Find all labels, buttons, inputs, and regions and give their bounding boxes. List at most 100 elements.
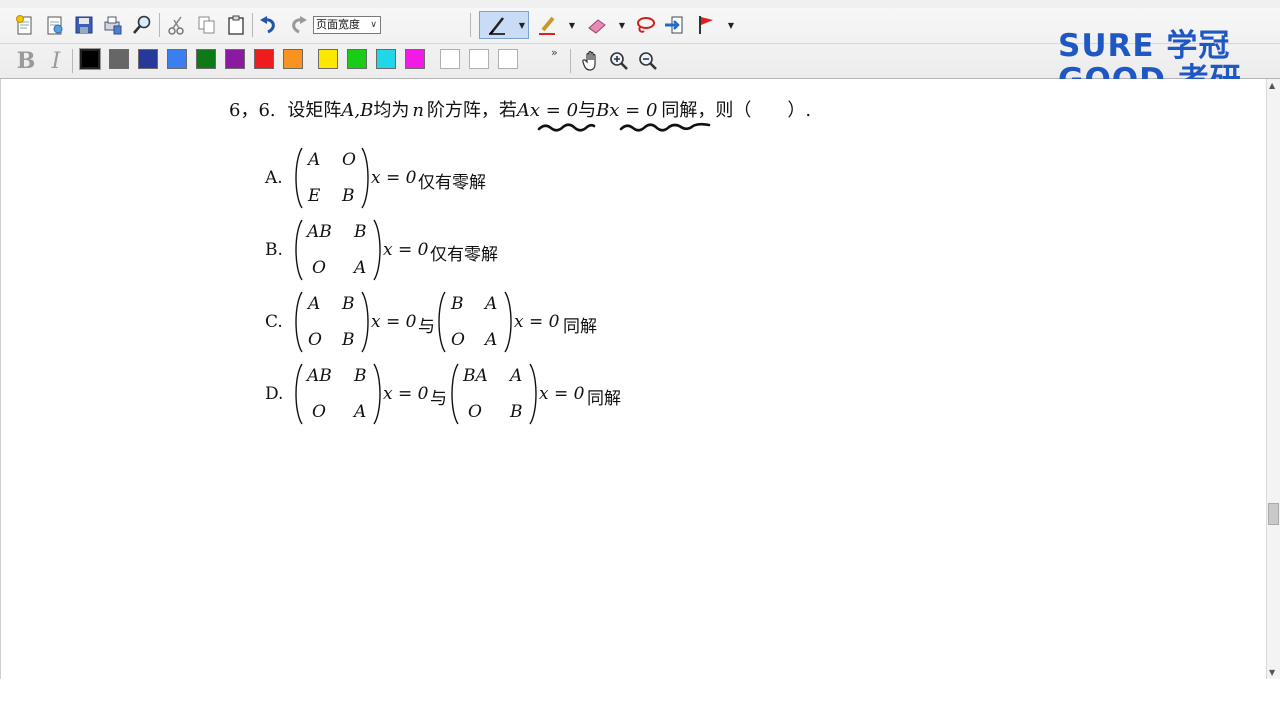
color-swatch[interactable] (196, 49, 216, 69)
custom-color-swatch-3[interactable] (498, 49, 518, 69)
color-swatch[interactable] (347, 49, 367, 69)
option-tail: 仅有零解 (418, 173, 486, 193)
more-toolbar-button[interactable]: » (551, 46, 558, 59)
matrix-cell: B (354, 366, 367, 386)
color-swatch[interactable] (225, 49, 245, 69)
question-text-3: 阶方阵，若 (426, 100, 517, 121)
matrix-cell: A (308, 294, 321, 314)
eraser-dropdown-arrow[interactable]: ▼ (617, 12, 627, 38)
matrix-cell: E (308, 186, 321, 206)
lasso-icon[interactable] (632, 12, 658, 38)
question-text-4: 同解，则（ ）. (661, 100, 812, 121)
option-d-matrix-1: AB B O A (294, 362, 382, 426)
eraser-icon[interactable] (584, 12, 610, 38)
menu-bar[interactable] (0, 0, 1280, 8)
pen-dropdown-arrow[interactable]: ▼ (517, 12, 527, 38)
paste-icon[interactable] (223, 12, 249, 38)
matrix-cell: AB (307, 222, 332, 242)
custom-color-swatch-2[interactable] (469, 49, 489, 69)
question-text-1: 设矩阵 (287, 100, 342, 121)
color-swatch[interactable] (376, 49, 396, 69)
color-swatch[interactable] (254, 49, 274, 69)
matrix-cell: O (468, 402, 482, 422)
question-eq1: Ax = 0 (516, 100, 579, 121)
question-with: 与 (578, 100, 597, 121)
zoom-out-icon[interactable] (635, 48, 661, 74)
color-swatch[interactable] (283, 49, 303, 69)
option-c-matrix-2: B A O A (437, 290, 513, 354)
flag-dropdown-arrow[interactable]: ▼ (726, 12, 736, 38)
option-b-matrix: AB B O A (294, 218, 382, 282)
question-stem: 6，6. 设矩阵A,B均为 n 阶方阵，若Ax = 0与Bx = 0 同解，则（ ）. (229, 96, 811, 122)
color-swatch[interactable] (318, 49, 338, 69)
matrix-cell: A (485, 330, 498, 350)
option-equation: x = 0 (383, 384, 429, 404)
matrix-cell: B (342, 186, 355, 206)
color-swatch[interactable] (405, 49, 425, 69)
copy-icon[interactable] (194, 12, 220, 38)
color-swatch[interactable] (167, 49, 187, 69)
cut-icon[interactable] (164, 12, 190, 38)
undo-icon[interactable] (256, 12, 282, 38)
option-tail: 仅有零解 (430, 245, 498, 265)
option-d-matrix-2: BA A O B (450, 362, 538, 426)
option-c-matrix-1: A B O B (294, 290, 370, 354)
option-label: B. (265, 240, 283, 260)
option-with: 与 (430, 389, 447, 409)
zoom-select[interactable]: 页面宽度 ∨ (313, 16, 381, 34)
italic-button[interactable]: I (44, 48, 68, 74)
option-equation-2: x = 0 (539, 384, 585, 404)
matrix-cell: AB (307, 366, 332, 386)
option-with: 与 (418, 317, 435, 337)
zoom-select-value: 页面宽度 (316, 18, 360, 31)
option-label: D. (265, 384, 284, 404)
matrix-cell: A (354, 402, 367, 422)
option-tail: 同解 (587, 389, 621, 409)
matrix-cell: BA (463, 366, 488, 386)
option-label: C. (265, 312, 283, 332)
matrix-cell: B (354, 222, 367, 242)
question-number: 6，6. (229, 100, 276, 121)
matrix-cell: A (485, 294, 498, 314)
new-document-icon[interactable] (12, 12, 38, 38)
find-icon[interactable] (129, 12, 155, 38)
option-equation-2: x = 0 (514, 312, 560, 332)
matrix-cell: A (308, 150, 321, 170)
zoom-in-icon[interactable] (606, 48, 632, 74)
question-matrices: A,B (341, 100, 374, 121)
open-document-icon[interactable] (42, 12, 68, 38)
color-swatch[interactable] (109, 49, 129, 69)
scroll-down-icon[interactable]: ▼ (1269, 668, 1275, 677)
option-equation: x = 0 (371, 168, 417, 188)
matrix-cell: O (312, 258, 326, 278)
scrollbar-thumb[interactable] (1268, 503, 1279, 525)
color-swatch[interactable] (138, 49, 158, 69)
option-tail: 同解 (563, 317, 597, 337)
print-preview-icon[interactable] (100, 12, 126, 38)
matrix-cell: B (510, 402, 523, 422)
insert-icon[interactable] (661, 12, 687, 38)
matrix-cell: B (342, 294, 355, 314)
question-text-2: 均为 (373, 100, 410, 121)
highlighter-icon[interactable] (534, 12, 560, 38)
document-canvas[interactable] (0, 79, 1267, 679)
pen-icon[interactable] (484, 12, 510, 38)
option-equation: x = 0 (383, 240, 429, 260)
redo-icon[interactable] (285, 12, 311, 38)
flag-icon[interactable] (693, 12, 719, 38)
option-a-matrix: A O E B (294, 146, 370, 210)
save-icon[interactable] (71, 12, 97, 38)
vertical-scrollbar[interactable]: ▲ ▼ (1266, 79, 1280, 679)
matrix-cell: B (451, 294, 464, 314)
color-swatch[interactable] (79, 48, 101, 70)
matrix-cell: O (342, 150, 356, 170)
hand-pan-icon[interactable] (578, 48, 604, 74)
option-equation: x = 0 (371, 312, 417, 332)
custom-color-swatch-1[interactable] (440, 49, 460, 69)
scroll-up-icon[interactable]: ▲ (1269, 81, 1275, 90)
bold-button[interactable]: B (14, 48, 38, 74)
highlighter-dropdown-arrow[interactable]: ▼ (567, 12, 577, 38)
question-order: n (412, 100, 424, 121)
bottom-margin (0, 679, 1280, 720)
handwritten-underline-annotation (537, 122, 711, 132)
